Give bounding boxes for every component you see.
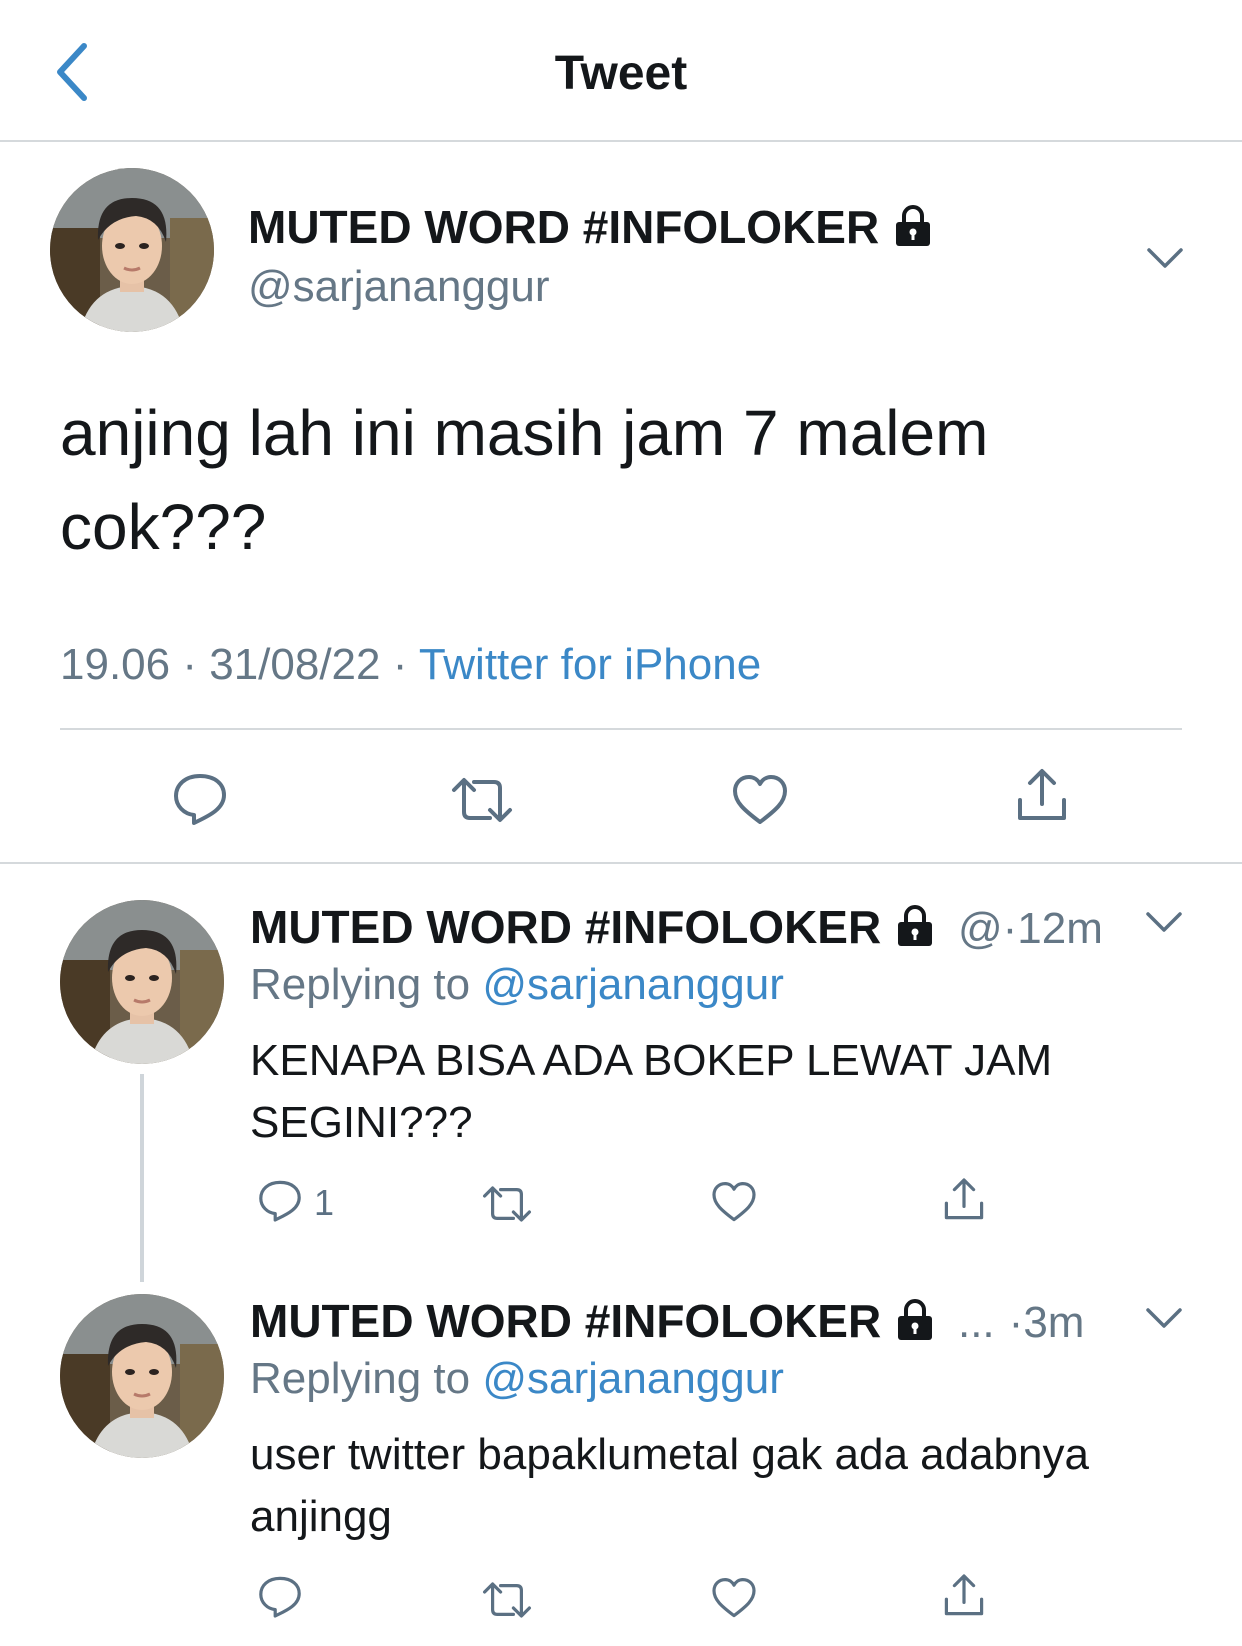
meta-separator: · <box>380 640 419 689</box>
replying-to: Replying to @sarjananggur <box>250 960 784 1010</box>
user-handle[interactable]: ... <box>958 1298 995 1347</box>
avatar[interactable] <box>60 1294 224 1458</box>
reply-icon[interactable] <box>170 768 230 828</box>
like-icon[interactable] <box>710 1574 758 1622</box>
retweet-icon[interactable] <box>478 1576 536 1624</box>
reply-text: KENAPA BISA ADA BOKEP LEWAT JAM SEGINI??… <box>250 1030 1180 1154</box>
top-bar: Tweet <box>0 0 1242 142</box>
reply-text: user twitter bapaklumetal gak ada adabny… <box>250 1424 1210 1548</box>
lock-icon <box>893 203 933 247</box>
reply-count: 1 <box>314 1182 335 1223</box>
lock-icon <box>895 1297 935 1341</box>
replying-to: Replying to @sarjananggur <box>250 1354 784 1404</box>
reply-header: MUTED WORD #INFOLOKER @·12m <box>250 900 1103 954</box>
user-handle[interactable]: @sarjananggur <box>248 262 550 312</box>
display-name[interactable]: MUTED WORD #INFOLOKER <box>250 901 881 953</box>
replying-to-label: Replying to <box>250 960 483 1009</box>
avatar[interactable] <box>60 900 224 1064</box>
tweet-text: anjing lah ini masih jam 7 malem cok??? <box>60 386 1180 574</box>
replying-to-handle[interactable]: @sarjananggur <box>482 1354 784 1403</box>
share-icon[interactable] <box>940 1572 988 1620</box>
reply-icon[interactable] <box>256 1572 304 1620</box>
tweet-time: 19.06 <box>60 640 171 689</box>
reply-time: ·3m <box>1008 1298 1085 1347</box>
tweet-text-line: cok??? <box>60 491 267 563</box>
like-icon[interactable] <box>710 1178 758 1226</box>
reply-text-line: SEGINI??? <box>250 1098 473 1147</box>
tweet-source-link[interactable]: Twitter for iPhone <box>419 640 761 689</box>
divider <box>60 728 1182 730</box>
share-icon[interactable] <box>1012 766 1072 826</box>
meta-separator: · <box>170 640 210 689</box>
reply-icon[interactable] <box>256 1176 304 1224</box>
reply-text-line: KENAPA BISA ADA BOKEP LEWAT JAM <box>250 1036 1053 1085</box>
divider <box>0 862 1242 864</box>
retweet-icon[interactable] <box>446 770 518 830</box>
display-name[interactable]: MUTED WORD #INFOLOKER <box>248 200 933 254</box>
avatar[interactable] <box>50 168 214 332</box>
chevron-down-icon[interactable] <box>1144 910 1184 934</box>
replying-to-label: Replying to <box>250 1354 483 1403</box>
user-handle[interactable]: @ <box>958 904 1003 953</box>
reply-time: ·12m <box>1002 904 1103 953</box>
replying-to-handle[interactable]: @sarjananggur <box>482 960 784 1009</box>
page-title: Tweet <box>554 47 688 100</box>
chevron-down-icon[interactable] <box>1145 246 1185 270</box>
tweet-meta: 19.06 · 31/08/22 · Twitter for iPhone <box>60 640 761 690</box>
tweet-text-line: anjing lah ini masih jam 7 malem <box>60 397 989 469</box>
reply-header: MUTED WORD #INFOLOKER ... ·3m <box>250 1294 1084 1348</box>
display-name[interactable]: MUTED WORD #INFOLOKER <box>250 1295 881 1347</box>
like-icon[interactable] <box>730 770 790 830</box>
share-icon[interactable] <box>940 1176 988 1224</box>
reply-text-line: user twitter bapaklumetal gak ada adabny… <box>250 1430 1089 1479</box>
tweet-date: 31/08/22 <box>209 640 381 689</box>
chevron-down-icon[interactable] <box>1144 1306 1184 1330</box>
retweet-icon[interactable] <box>478 1180 536 1228</box>
thread-connector-line <box>140 1074 144 1282</box>
reply-text-line: anjingg <box>250 1492 392 1541</box>
lock-icon <box>895 903 935 947</box>
